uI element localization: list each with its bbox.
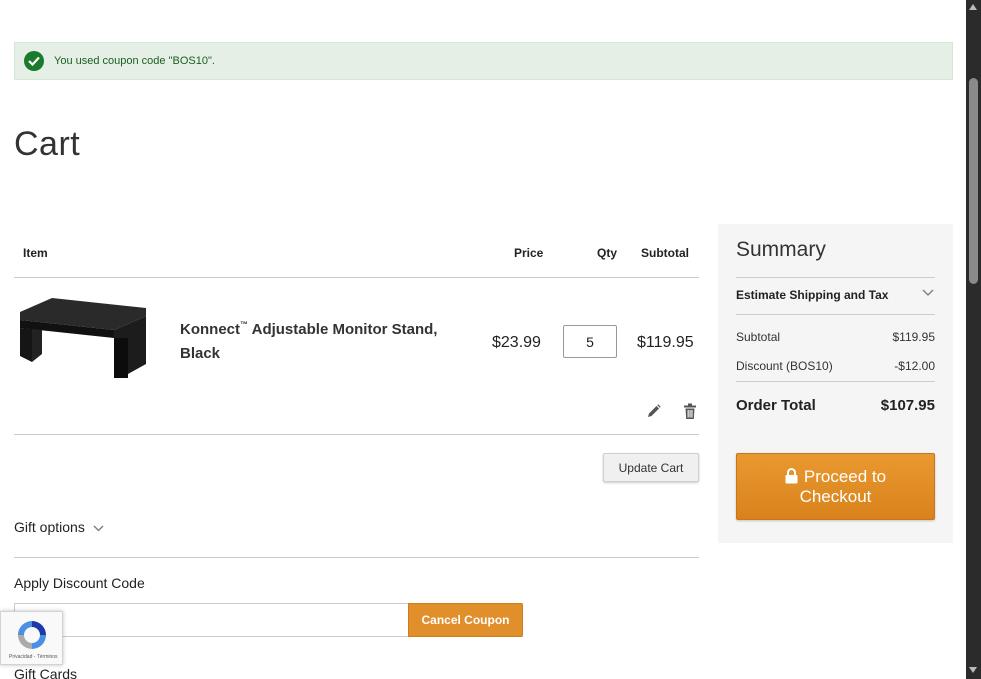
gift-options-label: Gift options: [14, 519, 85, 535]
proceed-to-checkout-button[interactable]: Proceed to Checkout: [736, 453, 935, 520]
update-cart-button[interactable]: Update Cart: [603, 453, 699, 482]
estimate-shipping-toggle[interactable]: Estimate Shipping and Tax: [736, 288, 888, 302]
table-row-divider: [14, 434, 699, 435]
scroll-down-arrow-icon[interactable]: [969, 667, 977, 673]
pencil-icon[interactable]: [646, 403, 662, 419]
column-header-item: Item: [23, 246, 48, 260]
coupon-success-text: You used coupon code "BOS10".: [54, 55, 215, 67]
lock-icon: [785, 467, 798, 483]
gift-cards-title: Gift Cards: [14, 666, 78, 679]
chevron-down-icon[interactable]: [922, 289, 934, 297]
chevron-down-icon: [93, 525, 104, 532]
column-header-subtotal: Subtotal: [641, 246, 689, 260]
item-price: $23.99: [492, 334, 541, 351]
summary-discount-label: Discount (BOS10): [736, 359, 833, 373]
discount-code-title: Apply Discount Code: [14, 575, 145, 591]
check-circle-icon: [24, 51, 44, 71]
trash-icon[interactable]: [682, 403, 698, 420]
gift-options-toggle[interactable]: Gift options: [14, 519, 104, 535]
cancel-coupon-button[interactable]: Cancel Coupon: [408, 603, 523, 637]
vertical-scrollbar[interactable]: [966, 0, 981, 679]
summary-title: Summary: [736, 238, 826, 261]
summary-subtotal-value: $119.95: [892, 330, 936, 344]
quantity-input[interactable]: [563, 325, 617, 358]
order-total-label: Order Total: [736, 397, 816, 414]
scroll-up-arrow-icon[interactable]: [969, 4, 977, 10]
recaptcha-legal-text[interactable]: Privacidad - Términos: [9, 654, 58, 660]
product-image[interactable]: [16, 294, 150, 380]
product-name-brand: Konnect: [180, 321, 240, 338]
discount-code-input[interactable]: [14, 603, 409, 637]
gift-options-divider: [14, 557, 699, 558]
recaptcha-badge[interactable]: Privacidad - Términos: [0, 611, 63, 665]
coupon-success-message: You used coupon code "BOS10".: [14, 42, 953, 80]
trademark-symbol: ™: [240, 320, 248, 329]
order-summary: Summary Estimate Shipping and Tax Subtot…: [718, 224, 953, 543]
page-title: Cart: [14, 125, 81, 163]
cart-page: You used coupon code "BOS10". Cart Item …: [0, 0, 966, 679]
column-header-qty: Qty: [597, 246, 618, 260]
checkout-label-line2: Checkout: [799, 486, 872, 506]
scrollbar-thumb[interactable]: [969, 78, 978, 284]
column-header-price: Price: [514, 246, 544, 260]
item-subtotal: $119.95: [637, 334, 694, 351]
checkout-label-line1: Proceed to: [803, 466, 887, 486]
order-total-value: $107.95: [880, 397, 935, 414]
summary-divider: [736, 314, 935, 315]
summary-divider: [736, 277, 935, 278]
recaptcha-icon: [18, 621, 46, 649]
table-header-divider: [14, 277, 699, 278]
summary-subtotal-label: Subtotal: [736, 330, 781, 344]
summary-divider: [736, 381, 935, 382]
product-name-link[interactable]: Konnect™ Adjustable Monitor Stand, Black: [180, 313, 470, 366]
summary-discount-value: -$12.00: [894, 359, 935, 373]
